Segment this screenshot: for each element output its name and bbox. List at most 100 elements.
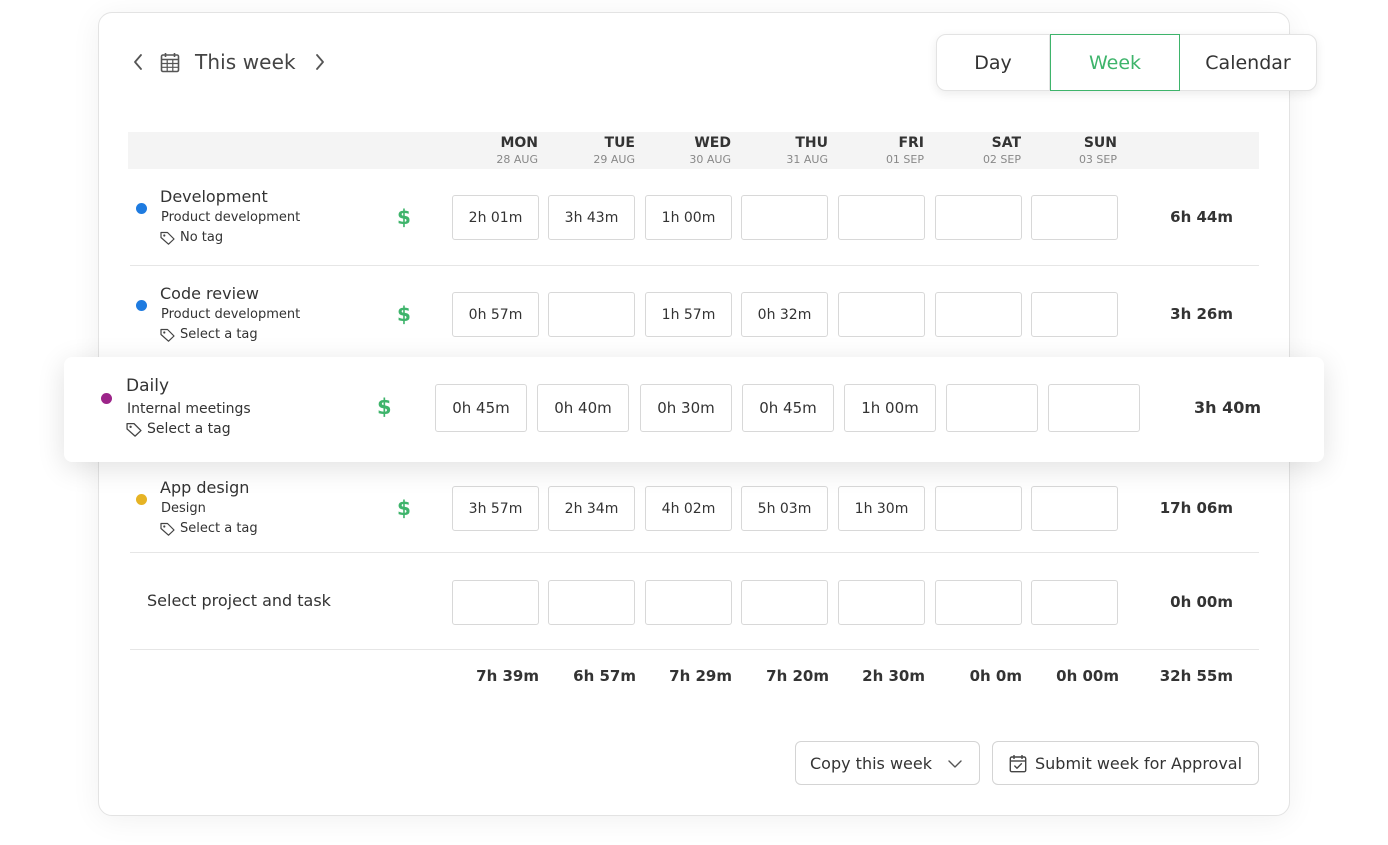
submit-week-for-approval-button[interactable]: Submit week for Approval <box>992 741 1259 785</box>
submit-label: Submit week for Approval <box>1035 753 1243 773</box>
tag-selector[interactable]: No tag <box>160 230 223 245</box>
copy-this-week-dropdown[interactable]: Copy this week <box>795 741 980 785</box>
time-cell-sun[interactable] <box>1031 580 1118 625</box>
day-header-tue: TUE 29 AUG <box>593 135 635 166</box>
billable-dollar-icon[interactable]: $ <box>397 205 411 229</box>
task-name[interactable]: Development <box>160 187 268 206</box>
day-totals-row: 7h 39m 6h 57m 7h 29m 7h 20m 2h 30m 0h 0m… <box>128 667 1259 687</box>
time-cell-thu[interactable] <box>741 195 828 240</box>
time-cell-mon[interactable]: 0h 57m <box>452 292 539 337</box>
time-cell-fri[interactable] <box>838 195 925 240</box>
time-cell-tue[interactable]: 2h 34m <box>548 486 635 531</box>
tag-label: Select a tag <box>180 521 258 536</box>
project-color-dot <box>101 393 112 404</box>
billable-dollar-icon[interactable]: $ <box>397 302 411 326</box>
tag-icon <box>126 422 142 437</box>
task-name[interactable]: Daily <box>126 376 169 396</box>
time-cell-thu[interactable] <box>741 580 828 625</box>
tag-selector[interactable]: Select a tag <box>126 421 231 437</box>
time-cell-tue[interactable] <box>548 580 635 625</box>
task-name[interactable]: Code review <box>160 284 259 303</box>
project-color-dot <box>136 300 147 311</box>
time-cell-tue[interactable] <box>548 292 635 337</box>
day-total-tue: 6h 57m <box>573 667 636 685</box>
time-cell-fri[interactable]: 1h 30m <box>838 486 925 531</box>
time-cell-wed[interactable]: 4h 02m <box>645 486 732 531</box>
day-header-wed: WED 30 AUG <box>689 135 731 166</box>
tag-icon <box>160 231 175 245</box>
project-color-dot <box>136 203 147 214</box>
time-cell-tue[interactable]: 3h 43m <box>548 195 635 240</box>
time-cell-thu[interactable]: 0h 45m <box>742 384 834 432</box>
period-title: This week <box>195 50 296 74</box>
calendar-icon[interactable] <box>160 44 182 80</box>
tag-selector[interactable]: Select a tag <box>160 327 258 342</box>
table-row: App design Design Select a tag $ 3h 57m … <box>130 456 1259 553</box>
day-total-thu: 7h 20m <box>766 667 829 685</box>
day-header-mon: MON 28 AUG <box>496 135 538 166</box>
time-cell-sun[interactable] <box>1048 384 1140 432</box>
table-row: Code review Product development Select a… <box>130 266 1259 363</box>
time-cell-fri[interactable] <box>838 580 925 625</box>
time-cell-sun[interactable] <box>1031 292 1118 337</box>
view-calendar-button[interactable]: Calendar <box>1180 35 1316 90</box>
previous-week-arrow-icon[interactable] <box>128 44 148 80</box>
tag-selector[interactable]: Select a tag <box>160 521 258 536</box>
copy-this-week-label: Copy this week <box>810 753 932 773</box>
task-name[interactable]: App design <box>160 478 249 497</box>
time-cell-wed[interactable] <box>645 580 732 625</box>
tag-label: Select a tag <box>147 421 231 437</box>
row-total: 0h 00m <box>1170 593 1233 611</box>
calendar-check-icon <box>1009 754 1027 772</box>
time-cell-mon[interactable]: 2h 01m <box>452 195 539 240</box>
chevron-down-icon <box>948 760 962 768</box>
time-cell-sat[interactable] <box>935 292 1022 337</box>
time-cell-mon[interactable]: 0h 45m <box>435 384 527 432</box>
time-cell-wed[interactable]: 0h 30m <box>640 384 732 432</box>
day-header-sat: SAT 02 SEP <box>982 135 1021 166</box>
day-header-thu: THU 31 AUG <box>786 135 828 166</box>
table-row-dragging[interactable]: Daily Internal meetings Select a tag $ 0… <box>64 357 1324 462</box>
time-cell-sat[interactable] <box>935 486 1022 531</box>
time-cell-fri[interactable]: 1h 00m <box>844 384 936 432</box>
grand-total: 32h 55m <box>1159 667 1233 685</box>
table-row: Development Product development No tag $… <box>130 169 1259 266</box>
day-header-sun: SUN 03 SEP <box>1078 135 1117 166</box>
day-header-row: MON 28 AUG TUE 29 AUG WED 30 AUG THU 31 AUG … <box>128 132 1259 169</box>
view-day-button[interactable]: Day <box>937 35 1050 90</box>
tag-icon <box>160 522 175 536</box>
tag-label: Select a tag <box>180 327 258 342</box>
time-cell-wed[interactable]: 1h 57m <box>645 292 732 337</box>
project-color-dot <box>136 494 147 505</box>
week-navigator: This week <box>128 44 330 80</box>
billable-dollar-icon[interactable]: $ <box>377 395 392 419</box>
select-project-and-task[interactable]: Select project and task <box>147 591 331 610</box>
time-cell-sat[interactable] <box>946 384 1038 432</box>
row-total: 3h 40m <box>1193 398 1261 417</box>
day-total-fri: 2h 30m <box>862 667 925 685</box>
time-cell-sat[interactable] <box>935 580 1022 625</box>
project-name: Product development <box>161 307 301 322</box>
time-cell-mon[interactable]: 3h 57m <box>452 486 539 531</box>
day-header-fri: FRI 01 SEP <box>885 135 924 166</box>
tag-label: No tag <box>180 230 224 245</box>
day-total-sat: 0h 0m <box>969 667 1022 685</box>
time-cell-sun[interactable] <box>1031 195 1118 240</box>
time-cell-sat[interactable] <box>935 195 1022 240</box>
billable-dollar-icon[interactable]: $ <box>397 496 411 520</box>
time-cell-thu[interactable]: 0h 32m <box>741 292 828 337</box>
project-name: Product development <box>161 210 301 225</box>
day-total-mon: 7h 39m <box>476 667 539 685</box>
time-cell-thu[interactable]: 5h 03m <box>741 486 828 531</box>
row-total: 6h 44m <box>1170 208 1233 226</box>
day-total-wed: 7h 29m <box>669 667 732 685</box>
time-cell-fri[interactable] <box>838 292 925 337</box>
project-name: Internal meetings <box>127 401 251 417</box>
time-cell-sun[interactable] <box>1031 486 1118 531</box>
time-cell-tue[interactable]: 0h 40m <box>537 384 629 432</box>
time-cell-mon[interactable] <box>452 580 539 625</box>
next-week-arrow-icon[interactable] <box>310 44 330 80</box>
view-week-button[interactable]: Week <box>1050 34 1180 91</box>
day-total-sun: 0h 00m <box>1056 667 1119 685</box>
time-cell-wed[interactable]: 1h 00m <box>645 195 732 240</box>
